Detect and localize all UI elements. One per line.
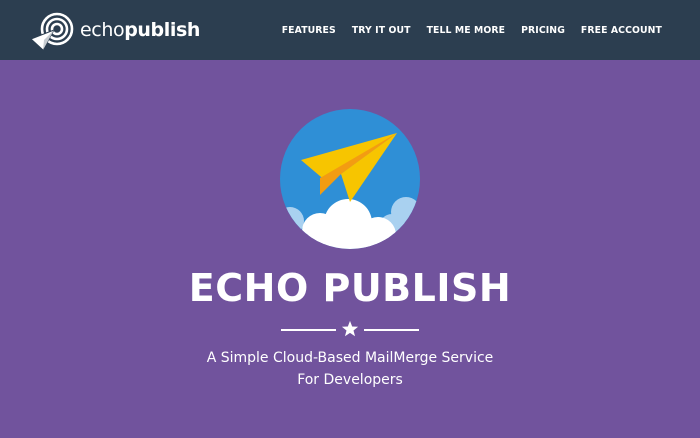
nav-item-free-account[interactable]: FREE ACCOUNT [581, 25, 662, 36]
top-navbar: echopublish FEATURES TRY IT OUT TELL ME … [0, 0, 700, 60]
hero-title: ECHO PUBLISH [188, 266, 512, 310]
brand-name-light: echo [80, 19, 125, 41]
nav-item-tell-me-more[interactable]: TELL ME MORE [427, 25, 505, 36]
target-paper-plane-icon [30, 12, 74, 51]
nav-menu: FEATURES TRY IT OUT TELL ME MORE PRICING… [282, 0, 662, 60]
hero-subtitle: A Simple Cloud-Based MailMerge Service F… [0, 347, 700, 391]
divider-line-right [364, 329, 419, 331]
star-divider [281, 320, 419, 340]
paper-plane-clouds-icon [280, 109, 420, 249]
nav-item-try-it-out[interactable]: TRY IT OUT [352, 25, 411, 36]
brand-name-bold: publish [124, 19, 200, 41]
nav-item-pricing[interactable]: PRICING [521, 25, 565, 36]
hero-subtitle-line-1: A Simple Cloud-Based MailMerge Service [206, 350, 494, 366]
hero-subtitle-line-2: For Developers [297, 372, 403, 388]
star-icon [341, 320, 359, 337]
divider-line-left [281, 329, 336, 331]
brand-name: echopublish [80, 19, 200, 41]
brand-home-link[interactable]: echopublish [30, 10, 200, 52]
nav-item-features[interactable]: FEATURES [282, 25, 336, 36]
